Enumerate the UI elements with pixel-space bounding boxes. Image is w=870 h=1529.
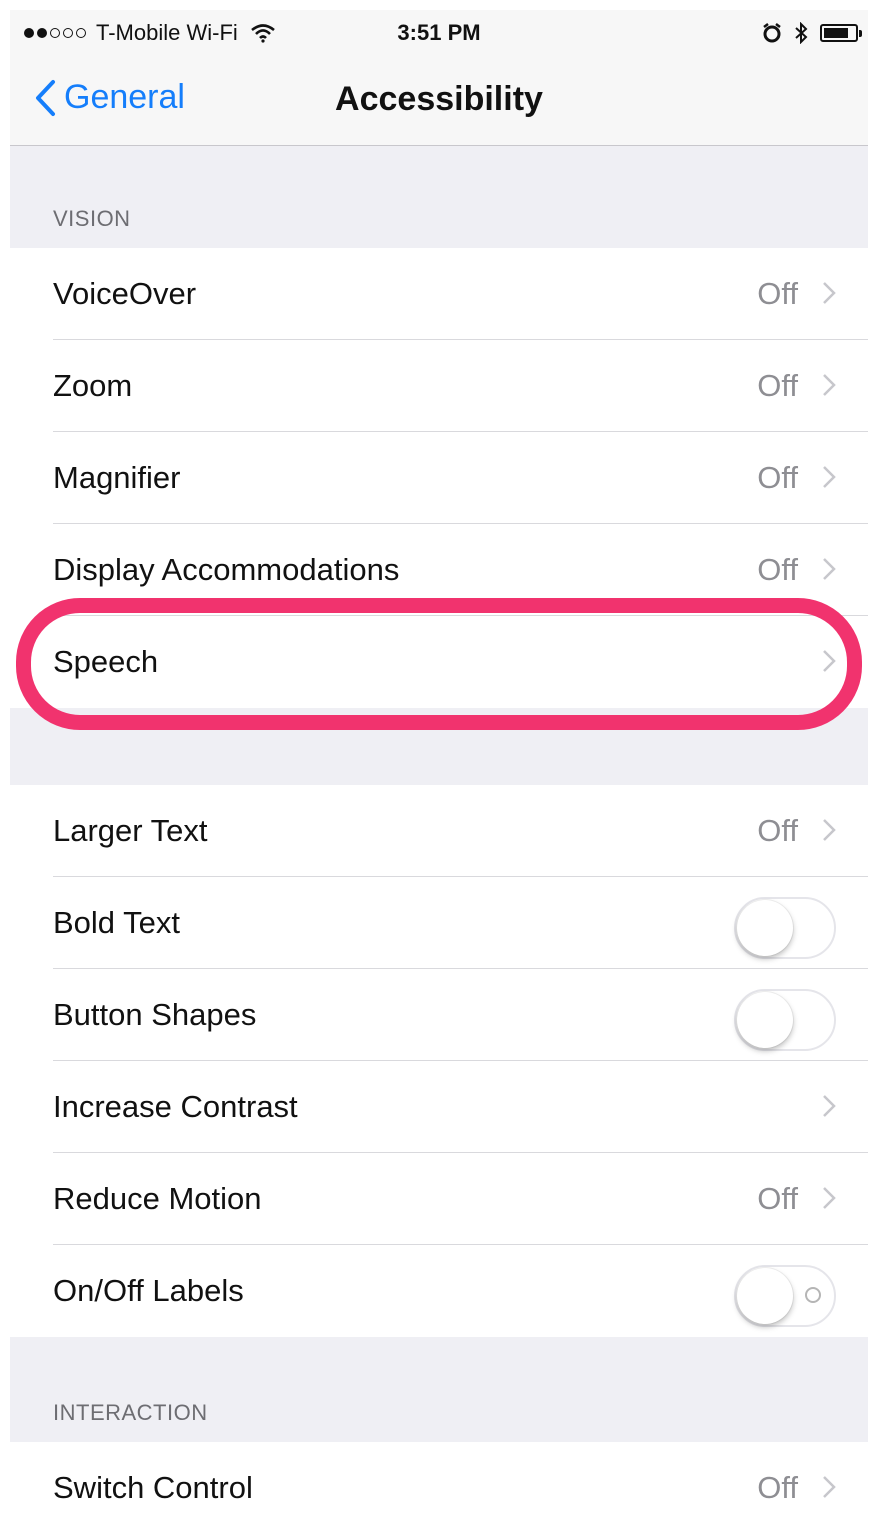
chevron-right-icon [823,466,836,488]
row-label: Reduce Motion [53,1181,262,1216]
status-bar: T-Mobile Wi-Fi 3:51 PM [10,10,868,58]
row-label: Zoom [53,368,133,403]
status-time: 3:51 PM [397,20,481,45]
chevron-right-icon [823,374,836,396]
row-voiceover[interactable]: VoiceOver Off [10,248,868,340]
text-group: Larger Text Off Bold Text Button Shapes … [10,785,868,1337]
row-value: Off [757,813,798,848]
button-shapes-toggle[interactable] [734,989,836,1051]
row-display-accommodations[interactable]: Display Accommodations Off [10,524,868,616]
vision-group: VoiceOver Off Zoom Off Magnifier Off Dis… [10,248,868,708]
row-speech[interactable]: Speech [10,616,868,708]
row-value: Off [757,1470,798,1505]
row-label: Switch Control [53,1470,253,1505]
alarm-icon [763,23,781,43]
row-label: Magnifier [53,460,181,495]
on-off-labels-toggle[interactable] [734,1265,836,1327]
row-increase-contrast[interactable]: Increase Contrast [10,1061,868,1153]
row-button-shapes: Button Shapes [10,969,868,1061]
row-on-off-labels: On/Off Labels [10,1245,868,1337]
off-label-icon [805,1287,821,1303]
row-magnifier[interactable]: Magnifier Off [10,432,868,524]
row-value: Off [757,368,798,403]
chevron-right-icon [823,282,836,304]
chevron-right-icon [823,558,836,580]
row-larger-text[interactable]: Larger Text Off [10,785,868,877]
row-label: Button Shapes [53,997,257,1032]
row-label: Larger Text [53,813,208,848]
chevron-right-icon [823,650,836,672]
row-label: Speech [53,644,159,679]
chevron-right-icon [823,1476,836,1498]
row-bold-text: Bold Text [10,877,868,969]
interaction-group: Switch Control Off [10,1442,868,1529]
row-value: Off [757,276,798,311]
navigation-bar: General Accessibility [10,58,868,146]
chevron-right-icon [823,1187,836,1209]
battery-icon [820,24,862,42]
row-reduce-motion[interactable]: Reduce Motion Off [10,1153,868,1245]
row-label: Increase Contrast [53,1089,298,1124]
row-value: Off [757,552,798,587]
page-title: Accessibility [335,80,543,118]
row-zoom[interactable]: Zoom Off [10,340,868,432]
row-label: Bold Text [53,905,180,940]
status-bar-right [762,22,862,44]
section-header-interaction: INTERACTION [53,1400,208,1425]
row-value: Off [757,1181,798,1216]
row-switch-control[interactable]: Switch Control Off [10,1442,868,1529]
row-label: VoiceOver [53,276,197,311]
row-value: Off [757,460,798,495]
chevron-right-icon [823,1095,836,1117]
row-label: On/Off Labels [53,1273,244,1308]
chevron-right-icon [823,819,836,841]
phone-screen: T-Mobile Wi-Fi 3:51 PM General Accessibi… [10,10,868,1529]
section-header-vision: VISION [53,206,131,231]
bold-text-toggle[interactable] [734,897,836,959]
bluetooth-icon [795,22,808,44]
row-label: Display Accommodations [53,552,400,587]
